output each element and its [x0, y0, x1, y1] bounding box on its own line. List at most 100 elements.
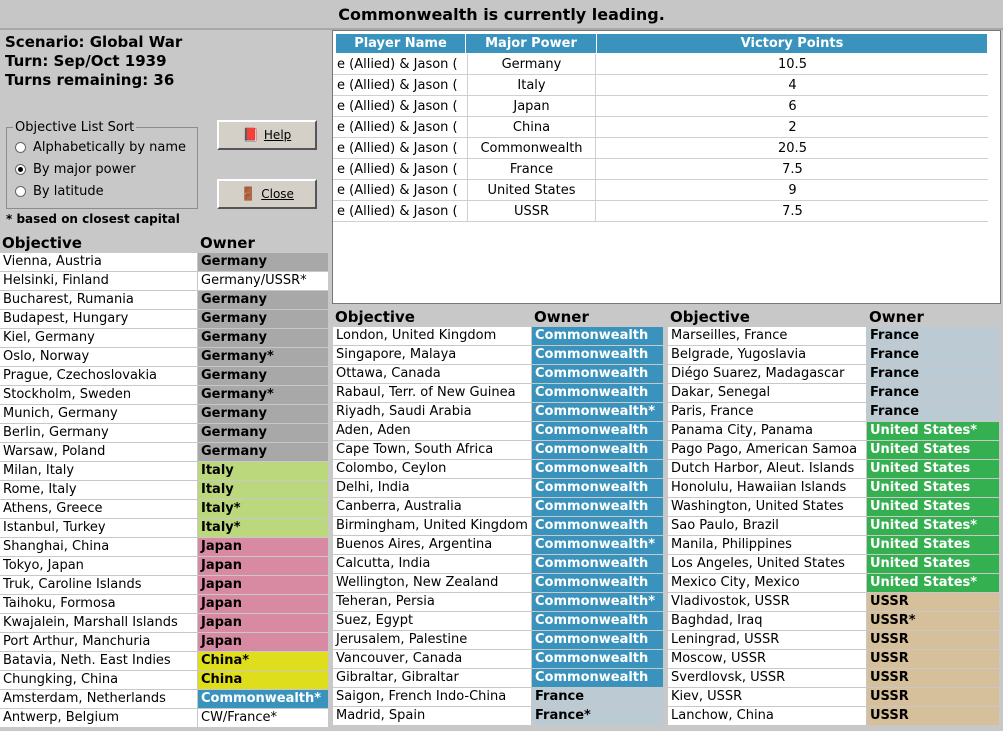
objective-row[interactable]: Milan, Italy Italy [0, 462, 328, 481]
objective-row[interactable]: Oslo, Norway Germany* [0, 348, 328, 367]
objective-row[interactable]: Stockholm, Sweden Germany* [0, 386, 328, 405]
objective-row[interactable]: Marseilles, France France [668, 327, 999, 346]
objective-name: Madrid, Spain [333, 707, 532, 725]
objective-row[interactable]: Munich, Germany Germany [0, 405, 328, 424]
objective-name: Port Arthur, Manchuria [0, 633, 198, 651]
objective-row[interactable]: Kwajalein, Marshall Islands Japan [0, 614, 328, 633]
owner-cell: Germany* [198, 348, 328, 366]
objective-row[interactable]: Budapest, Hungary Germany [0, 310, 328, 329]
objective-row[interactable]: Colombo, Ceylon Commonwealth [333, 460, 663, 479]
sort-major-power-radio[interactable]: By major power [15, 162, 136, 177]
help-book-icon: 📕 [242, 127, 259, 143]
objective-name: Washington, United States [668, 498, 867, 516]
objective-row[interactable]: Sao Paulo, Brazil United States* [668, 517, 999, 536]
victory-table-row[interactable]: e (Allied) & Jason (Japan 6 [333, 96, 988, 117]
victory-table-row[interactable]: e (Allied) & Jason (Italy 4 [333, 75, 988, 96]
objective-row[interactable]: Antwerp, Belgium CW/France* [0, 709, 328, 728]
victory-table-row[interactable]: e (Allied) & Jason (Germany 10.5 [333, 54, 988, 75]
victory-points-header[interactable]: Victory Points [597, 34, 988, 53]
radio-button-icon[interactable] [15, 186, 26, 197]
objective-row[interactable]: Kiev, USSR USSR [668, 688, 999, 707]
owner-cell: Commonwealth [532, 498, 663, 516]
radio-button-icon[interactable] [15, 164, 26, 175]
objective-row[interactable]: Kiel, Germany Germany [0, 329, 328, 348]
objective-row[interactable]: Los Angeles, United States United States [668, 555, 999, 574]
objective-row[interactable]: Warsaw, Poland Germany [0, 443, 328, 462]
close-button[interactable]: 🚪 Close [217, 179, 317, 209]
objective-row[interactable]: Mexico City, Mexico United States* [668, 574, 999, 593]
objective-row[interactable]: Taihoku, Formosa Japan [0, 595, 328, 614]
owner-cell: France [532, 688, 663, 706]
objective-row[interactable]: Suez, Egypt Commonwealth [333, 612, 663, 631]
sort-latitude-radio[interactable]: By latitude [15, 184, 104, 199]
objective-row[interactable]: Vancouver, Canada Commonwealth [333, 650, 663, 669]
objective-row[interactable]: Gibraltar, Gibraltar Commonwealth [333, 669, 663, 688]
objective-row[interactable]: Paris, France France [668, 403, 999, 422]
objective-row[interactable]: Riyadh, Saudi Arabia Commonwealth* [333, 403, 663, 422]
objective-name: Lanchow, China [668, 707, 867, 725]
victory-table-row[interactable]: e (Allied) & Jason (Commonwealth 20.5 [333, 138, 988, 159]
objective-row[interactable]: Washington, United States United States [668, 498, 999, 517]
objective-row[interactable]: Port Arthur, Manchuria Japan [0, 633, 328, 652]
objective-row[interactable]: Dakar, Senegal France [668, 384, 999, 403]
objective-row[interactable]: London, United Kingdom Commonwealth [333, 327, 663, 346]
objective-row[interactable]: Calcutta, India Commonwealth [333, 555, 663, 574]
objective-row[interactable]: Buenos Aires, Argentina Commonwealth* [333, 536, 663, 555]
owner-cell: Commonwealth [532, 669, 663, 687]
sort-alphabetical-radio[interactable]: Alphabetically by name [15, 140, 186, 155]
objective-row[interactable]: Singapore, Malaya Commonwealth [333, 346, 663, 365]
objective-row[interactable]: Saigon, French Indo-China France [333, 688, 663, 707]
objective-row[interactable]: Bucharest, Rumania Germany [0, 291, 328, 310]
objective-row[interactable]: Leningrad, USSR USSR [668, 631, 999, 650]
objective-row[interactable]: Dutch Harbor, Aleut. Islands United State… [668, 460, 999, 479]
objective-row[interactable]: Lanchow, China USSR [668, 707, 999, 726]
objective-row[interactable]: Aden, Aden Commonwealth [333, 422, 663, 441]
objective-row[interactable]: Batavia, Neth. East Indies China* [0, 652, 328, 671]
radio-button-icon[interactable] [15, 142, 26, 153]
objective-row[interactable]: Ottawa, Canada Commonwealth [333, 365, 663, 384]
objective-row[interactable]: Istanbul, Turkey Italy* [0, 519, 328, 538]
player-name-header[interactable]: Player Name [336, 34, 466, 53]
owner-cell: Commonwealth* [532, 536, 663, 554]
objective-name: Prague, Czechoslovakia [0, 367, 198, 385]
victory-table-row[interactable]: e (Allied) & Jason (USSR 7.5 [333, 201, 988, 222]
objective-row[interactable]: Diégo Suarez, Madagascar France [668, 365, 999, 384]
objective-name: Suez, Egypt [333, 612, 532, 630]
objective-row[interactable]: Chungking, China China [0, 671, 328, 690]
objective-row[interactable]: Pago Pago, American Samoa United States [668, 441, 999, 460]
objective-row[interactable]: Truk, Caroline Islands Japan [0, 576, 328, 595]
objective-row[interactable]: Wellington, New Zealand Commonwealth [333, 574, 663, 593]
objective-row[interactable]: Canberra, Australia Commonwealth [333, 498, 663, 517]
victory-table-row[interactable]: e (Allied) & Jason (United States 9 [333, 180, 988, 201]
objective-row[interactable]: Panama City, Panama United States* [668, 422, 999, 441]
objective-row[interactable]: Athens, Greece Italy* [0, 500, 328, 519]
objective-row[interactable]: Rome, Italy Italy [0, 481, 328, 500]
objective-row[interactable]: Sverdlovsk, USSR USSR [668, 669, 999, 688]
objective-row[interactable]: Helsinki, Finland Germany/USSR* [0, 272, 328, 291]
objective-row[interactable]: Berlin, Germany Germany [0, 424, 328, 443]
objective-row[interactable]: Shanghai, China Japan [0, 538, 328, 557]
objective-row[interactable]: Vladivostok, USSR USSR [668, 593, 999, 612]
objective-row[interactable]: Belgrade, Yugoslavia France [668, 346, 999, 365]
objective-row[interactable]: Teheran, Persia Commonwealth* [333, 593, 663, 612]
objective-row[interactable]: Delhi, India Commonwealth [333, 479, 663, 498]
objective-row[interactable]: Manila, Philippines United States [668, 536, 999, 555]
objective-row[interactable]: Baghdad, Iraq USSR* [668, 612, 999, 631]
objective-row[interactable]: Madrid, Spain France* [333, 707, 663, 726]
owner-cell: Commonwealth* [532, 593, 663, 611]
objective-row[interactable]: Birmingham, United Kingdom Commonwealth [333, 517, 663, 536]
objective-row[interactable]: Cape Town, South Africa Commonwealth [333, 441, 663, 460]
objective-row[interactable]: Honolulu, Hawaiian Islands United States [668, 479, 999, 498]
help-button[interactable]: 📕 Help [217, 120, 317, 150]
victory-table-row[interactable]: e (Allied) & Jason (France 7.5 [333, 159, 988, 180]
objective-row[interactable]: Rabaul, Terr. of New Guinea Commonwealth [333, 384, 663, 403]
objective-header: Objective [668, 308, 867, 327]
objective-row[interactable]: Moscow, USSR USSR [668, 650, 999, 669]
objective-row[interactable]: Prague, Czechoslovakia Germany [0, 367, 328, 386]
objective-row[interactable]: Tokyo, Japan Japan [0, 557, 328, 576]
objective-row[interactable]: Vienna, Austria Germany [0, 253, 328, 272]
major-power-header[interactable]: Major Power [466, 34, 597, 53]
objective-row[interactable]: Jerusalem, Palestine Commonwealth [333, 631, 663, 650]
objective-row[interactable]: Amsterdam, Netherlands Commonwealth* [0, 690, 328, 709]
victory-table-row[interactable]: e (Allied) & Jason (China 2 [333, 117, 988, 138]
